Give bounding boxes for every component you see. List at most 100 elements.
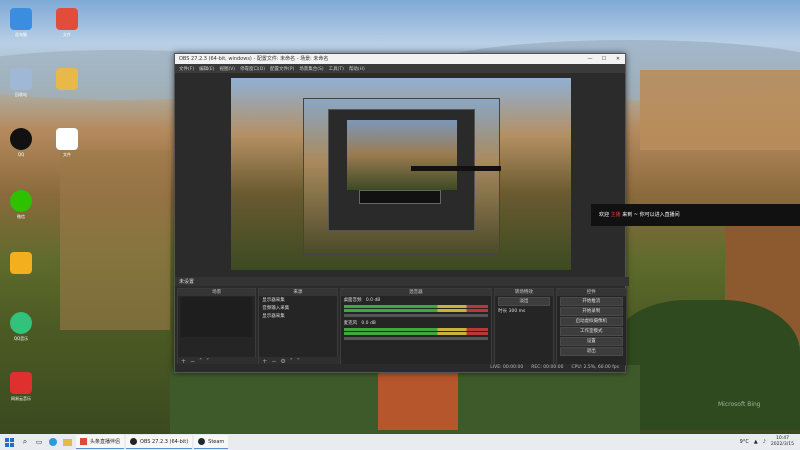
obs-preview[interactable] xyxy=(231,78,571,270)
wechat-icon xyxy=(10,190,32,212)
rec-status: REC: 00:00:00 xyxy=(531,365,564,370)
sources-dock: 来源 显示器采集 音频输入采集 显示器采集 + − ⚙ ˄ ˅ xyxy=(258,288,340,366)
live-status: LIVE: 00:00:00 xyxy=(490,365,524,370)
mixer-track-name: 桌面音频 0.0 dB xyxy=(343,298,381,303)
bing-watermark: Microsoft Bing xyxy=(718,401,761,408)
obs-statusbar: LIVE: 00:00:00 REC: 00:00:00 CPU: 2.5%, … xyxy=(175,364,625,372)
volume-slider[interactable] xyxy=(343,314,489,317)
recycle-bin-icon xyxy=(10,68,32,90)
desktop-icon-qq[interactable]: QQ xyxy=(6,128,36,157)
pdf-file-icon xyxy=(56,8,78,30)
qq-penguin-icon xyxy=(10,128,32,150)
mixer-track-name: 麦克风 0.0 dB xyxy=(343,321,376,326)
scenes-dock: 场景 + − ˄ ˅ xyxy=(177,288,259,366)
steam-icon xyxy=(198,438,206,445)
task-view-button[interactable]: ▭ xyxy=(32,434,46,450)
scene-label-bar: 未设置 xyxy=(175,277,629,286)
mixer-dock: 混音器 桌面音频 0.0 dB 麦克风 0.0 dB xyxy=(339,288,493,366)
audio-meter xyxy=(343,332,489,335)
cpu-status: CPU: 2.5%, 60.00 fps xyxy=(571,365,620,370)
source-item[interactable]: 显示器采集 xyxy=(259,312,336,320)
chat-highlight: 主播 xyxy=(610,212,621,218)
desktop-icon-qq-music[interactable]: QQ音乐 xyxy=(6,312,36,342)
system-tray: 9°C ▲ ♪ 10:47 2022/3/15 xyxy=(740,436,800,448)
transitions-dock: 转场特效 淡出 时长 300 ms xyxy=(494,288,554,366)
desktop-icon-pdf[interactable]: 文件 xyxy=(52,8,82,38)
exit-button[interactable]: 退出 xyxy=(559,347,623,356)
transitions-header: 转场特效 xyxy=(495,289,553,296)
menu-scene-collection[interactable]: 场景集合(S) xyxy=(299,66,323,72)
menu-docks[interactable]: 停靠窗口(D) xyxy=(240,66,265,72)
desktop-icon-file[interactable]: 文件 xyxy=(52,128,82,158)
menu-tools[interactable]: 工具(T) xyxy=(329,66,344,72)
transition-select[interactable]: 淡出 xyxy=(498,297,550,306)
music-app-icon xyxy=(10,252,32,274)
qq-music-icon xyxy=(10,312,32,334)
obs-menubar: 文件(F) 编辑(E) 视图(V) 停靠窗口(D) 配置文件(P) 场景集合(S… xyxy=(175,64,625,73)
menu-help[interactable]: 帮助(H) xyxy=(349,66,365,72)
obs-titlebar[interactable]: OBS 27.2.3 (64-bit, windows) - 配置文件: 未命名… xyxy=(175,54,625,64)
nested-capture-1 xyxy=(303,98,500,255)
desktop-icon-music[interactable] xyxy=(6,252,36,276)
folder-icon xyxy=(56,68,78,90)
desktop-icon-netease[interactable]: 网易云音乐 xyxy=(6,372,36,402)
duration-input[interactable]: 300 ms xyxy=(509,309,526,314)
blank-file-icon xyxy=(56,128,78,150)
edge-button[interactable] xyxy=(46,434,60,450)
taskbar: ⌕ ▭ 头条直播伴侣 OBS 27.2.3 (64-bit) Steam 9°C… xyxy=(0,434,800,450)
obs-docks: 场景 + − ˄ ˅ 来源 显示器采集 音频输入采集 显示器采集 + − ⚙ ˄ ˅ 混音器 … xyxy=(175,288,629,366)
taskbar-app-toutiao[interactable]: 头条直播伴侣 xyxy=(76,435,125,449)
app-icon xyxy=(80,438,87,445)
task-view-icon: ▭ xyxy=(35,438,43,446)
start-recording-button[interactable]: 开始录制 xyxy=(559,307,623,316)
virtual-camera-button[interactable]: 启动虚拟摄像机 xyxy=(559,317,623,326)
desktop-icon-wechat[interactable]: 微信 xyxy=(6,190,36,220)
studio-mode-button[interactable]: 工作室模式 xyxy=(559,327,623,336)
maximize-button[interactable]: ☐ xyxy=(597,54,611,64)
scenes-header: 场景 xyxy=(178,289,256,296)
clock[interactable]: 10:47 2022/3/15 xyxy=(771,436,794,448)
computer-icon xyxy=(10,8,32,30)
minimize-button[interactable]: — xyxy=(583,54,597,64)
menu-profile[interactable]: 配置文件(P) xyxy=(270,66,294,72)
netease-music-icon xyxy=(10,372,32,394)
sources-header: 来源 xyxy=(259,289,337,296)
close-button[interactable]: ✕ xyxy=(611,54,625,64)
taskbar-app-obs[interactable]: OBS 27.2.3 (64-bit) xyxy=(126,435,193,449)
scenes-list[interactable] xyxy=(181,297,253,337)
search-button[interactable]: ⌕ xyxy=(18,434,32,450)
chat-overlay: 欢迎 主播 来到 ~ 你可以进入直播间 xyxy=(591,204,800,226)
audio-meter xyxy=(343,305,489,308)
volume-icon[interactable]: ♪ xyxy=(763,439,766,445)
clock-date: 2022/3/15 xyxy=(770,442,794,447)
mixer-header: 混音器 xyxy=(340,289,492,296)
menu-file[interactable]: 文件(F) xyxy=(179,66,194,72)
start-button[interactable] xyxy=(0,434,18,450)
taskbar-app-steam[interactable]: Steam xyxy=(194,435,229,449)
menu-view[interactable]: 视图(V) xyxy=(219,66,235,72)
scene-label: 未设置 xyxy=(179,279,195,285)
folder-icon xyxy=(62,438,72,446)
desktop-icon-folder[interactable] xyxy=(52,68,82,92)
desktop-icon-computer[interactable]: 此电脑 xyxy=(6,8,36,38)
obs-window: OBS 27.2.3 (64-bit, windows) - 配置文件: 未命名… xyxy=(174,53,629,373)
edge-icon xyxy=(49,438,57,446)
explorer-button[interactable] xyxy=(60,434,74,450)
start-streaming-button[interactable]: 开始推流 xyxy=(559,297,623,306)
settings-button[interactable]: 设置 xyxy=(559,337,623,346)
controls-dock: 控件 开始推流 开始录制 启动虚拟摄像机 工作室模式 设置 退出 xyxy=(555,288,627,366)
network-icon[interactable]: ▲ xyxy=(754,439,758,445)
audio-meter xyxy=(343,328,489,331)
duration-row: 时长 300 ms xyxy=(498,309,526,314)
obs-icon xyxy=(130,438,138,445)
windows-icon xyxy=(4,437,14,447)
source-item[interactable]: 音频输入采集 xyxy=(259,304,336,312)
source-item[interactable]: 显示器采集 xyxy=(259,296,336,304)
search-icon: ⌕ xyxy=(22,437,28,446)
weather-text[interactable]: 9°C xyxy=(740,439,749,445)
audio-meter xyxy=(343,309,489,312)
volume-slider[interactable] xyxy=(343,337,489,340)
controls-header: 控件 xyxy=(556,289,626,296)
menu-edit[interactable]: 编辑(E) xyxy=(199,66,214,72)
desktop-icon-recycle-bin[interactable]: 回收站 xyxy=(6,68,36,98)
